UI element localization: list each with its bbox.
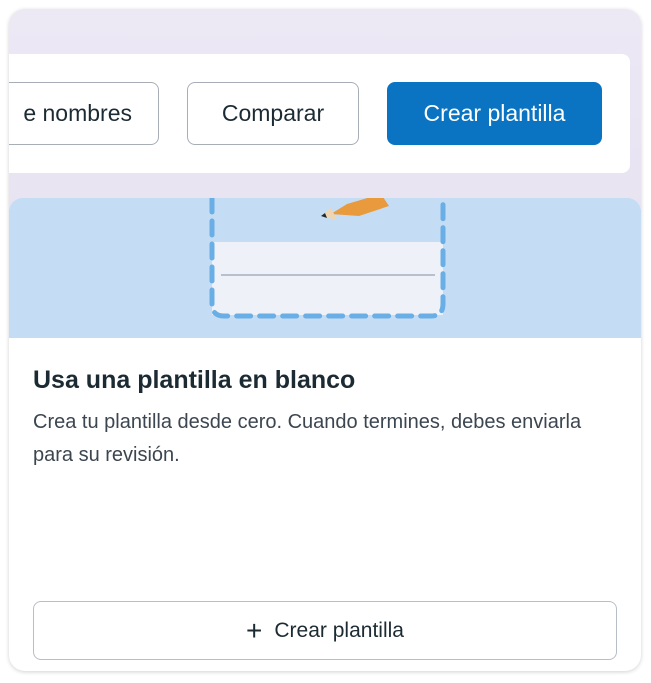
card-create-template-button[interactable]: + Crear plantilla <box>33 601 617 660</box>
card-title: Usa una plantilla en blanco <box>33 366 356 394</box>
create-template-button[interactable]: Crear plantilla <box>387 82 602 145</box>
document-pencil-illustration <box>9 198 641 338</box>
names-button[interactable]: e nombres <box>9 82 159 145</box>
card-create-template-label: Crear plantilla <box>274 618 404 642</box>
template-toolbar: e nombres Comparar Crear plantilla <box>9 54 630 173</box>
document-lower <box>212 242 443 315</box>
card-description: Crea tu plantilla desde cero. Cuando ter… <box>33 411 582 466</box>
template-panel: e nombres Comparar Crear plantilla Usa u… <box>9 9 641 671</box>
blank-template-card: Usa una plantilla en blanco Crea tu plan… <box>9 198 641 671</box>
blank-template-illustration <box>9 198 641 338</box>
plus-icon: + <box>246 614 263 646</box>
compare-button[interactable]: Comparar <box>187 82 359 145</box>
